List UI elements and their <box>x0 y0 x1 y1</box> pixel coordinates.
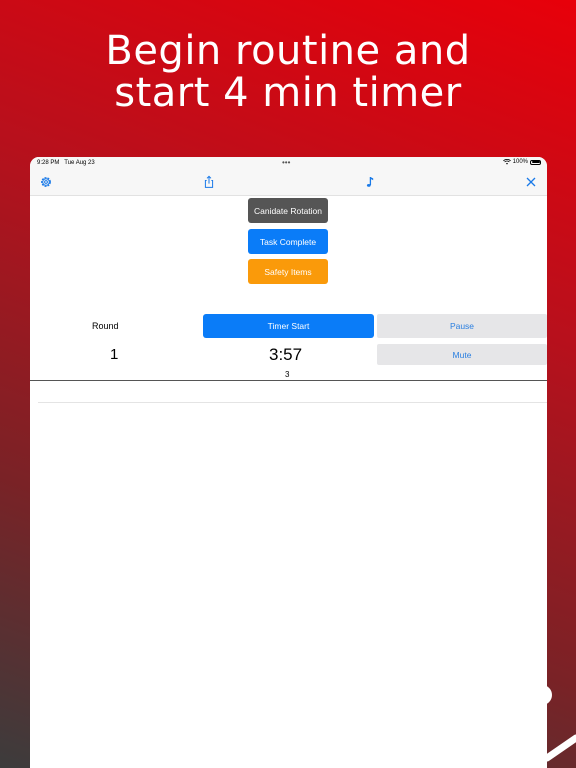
status-clock: 9:28 PM <box>37 160 60 166</box>
share-icon[interactable] <box>202 175 216 189</box>
status-time: 9:28 PM Tue Aug 23 <box>37 160 95 166</box>
timer-display: 3:57 <box>269 345 303 364</box>
app-window: 9:28 PM Tue Aug 23 ••• 100% Canidate Rot… <box>30 157 547 768</box>
round-label: Round <box>92 321 119 331</box>
toolbar <box>30 169 547 196</box>
status-bar: 9:28 PM Tue Aug 23 ••• 100% <box>30 157 547 169</box>
pause-button[interactable]: Pause <box>377 314 547 338</box>
section-divider <box>30 380 547 381</box>
pencil-icon <box>532 685 576 762</box>
status-date: Tue Aug 23 <box>64 160 95 166</box>
task-complete-button[interactable]: Task Complete <box>248 229 328 254</box>
battery-icon <box>530 159 541 165</box>
headline-line-1: Begin routine and <box>105 28 471 74</box>
round-value: 1 <box>110 346 119 363</box>
status-right: 100% <box>502 159 541 165</box>
music-note-icon[interactable] <box>363 175 377 189</box>
gear-icon[interactable] <box>39 175 53 189</box>
wifi-icon <box>502 159 511 165</box>
candidate-rotation-button[interactable]: Canidate Rotation <box>248 198 328 223</box>
list-separator <box>38 402 547 403</box>
mute-button[interactable]: Mute <box>377 344 547 365</box>
timer-start-button[interactable]: Timer Start <box>203 314 374 338</box>
battery-percent: 100% <box>512 159 528 165</box>
promo-headline: Begin routine and start 4 min timer <box>0 30 576 114</box>
multitasking-dots[interactable]: ••• <box>282 158 290 167</box>
safety-items-button[interactable]: Safety Items <box>248 259 328 284</box>
close-icon[interactable] <box>524 175 538 189</box>
headline-line-2: start 4 min timer <box>114 70 462 116</box>
sub-counter: 3 <box>285 370 290 379</box>
